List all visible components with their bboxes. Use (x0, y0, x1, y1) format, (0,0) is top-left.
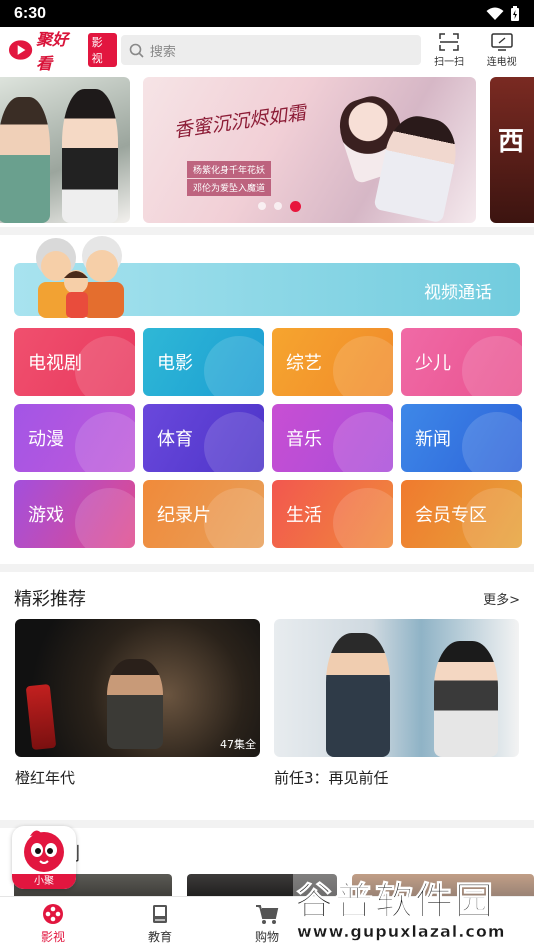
carousel-indicator (258, 201, 301, 212)
poster-person (107, 659, 163, 749)
film-reel-icon (43, 904, 63, 924)
recommend-title: 橙红年代 (15, 769, 76, 787)
category-label: 新闻 (415, 429, 451, 450)
category-grid: 电视剧 电影 综艺 少儿 动漫 体育 音乐 新闻 游戏 纪录片 生活 会员专区 (14, 328, 522, 548)
category-label: 电视剧 (28, 353, 82, 374)
poster-person (326, 633, 390, 757)
category-label: 纪录片 (157, 505, 211, 526)
recommend-poster (274, 619, 519, 757)
banner-slide-next[interactable]: 西 (490, 77, 534, 223)
category-label: 少儿 (415, 353, 451, 374)
cart-icon (256, 905, 279, 924)
category-tile[interactable]: 会员专区 (401, 480, 522, 548)
divider (0, 564, 534, 572)
category-tile[interactable]: 生活 (272, 480, 393, 548)
recommend-card[interactable]: 47集全 橙红年代 (15, 619, 260, 788)
status-time: 6:30 (14, 4, 47, 22)
banner-next-title: 西 (498, 127, 525, 157)
scan-button[interactable]: 扫一扫 (425, 32, 474, 68)
poster-person (434, 641, 498, 757)
nav-item-film[interactable]: 影视 (18, 903, 88, 945)
mascot-label: 小聚 (12, 874, 76, 889)
elderly-couple-illustration (36, 236, 124, 318)
logo-text: 聚好看 (36, 30, 69, 73)
category-label: 生活 (286, 505, 322, 526)
recommend-card[interactable]: 前任3：再见前任 (274, 619, 519, 788)
category-label: 游戏 (28, 505, 64, 526)
category-label: 体育 (157, 429, 193, 450)
scan-label: 扫一扫 (434, 56, 465, 68)
app-header: 聚好看 影视 搜索 扫一扫 连电视 (0, 27, 534, 73)
category-tile[interactable]: 少儿 (401, 328, 522, 396)
carousel-dot-active[interactable] (290, 201, 301, 212)
battery-icon (511, 5, 519, 21)
category-tile[interactable]: 体育 (143, 404, 264, 472)
mascot-assistant-button[interactable]: 小聚 (12, 826, 76, 889)
nav-label: 教育 (147, 930, 172, 944)
category-tile[interactable]: 电视剧 (14, 328, 135, 396)
poster-person (62, 89, 118, 223)
app-screen: 6:30 聚好看 影视 搜索 扫一扫 连电视 香蜜沉沉烬如霜 杨紫化身千年花妖 … (0, 0, 534, 950)
poster-person (0, 97, 50, 223)
watermark-url: www.gupuxlazal.com (297, 922, 506, 941)
category-tile[interactable]: 动漫 (14, 404, 135, 472)
category-tile[interactable]: 综艺 (272, 328, 393, 396)
recommend-title: 前任3：再见前任 (274, 769, 389, 787)
mascot-icon (24, 830, 64, 872)
book-icon (153, 905, 167, 923)
watermark-title: 谷普软件园 (294, 879, 496, 924)
category-label: 动漫 (28, 429, 64, 450)
divider (0, 820, 534, 828)
recommend-poster: 47集全 (15, 619, 260, 757)
search-icon (129, 43, 144, 58)
banner-slide-prev[interactable] (0, 77, 130, 223)
wifi-icon (486, 7, 504, 20)
status-bar: 6:30 (0, 0, 534, 27)
episode-badge: 47集全 (220, 738, 256, 751)
carousel-dot[interactable] (258, 202, 266, 210)
scan-icon (439, 32, 459, 51)
category-tile[interactable]: 新闻 (401, 404, 522, 472)
logo-badge: 影视 (87, 33, 117, 67)
site-watermark: 谷普软件园 www.gupuxlazal.com (293, 866, 534, 950)
connect-tv-button[interactable]: 连电视 (477, 32, 526, 68)
banner-title: 香蜜沉沉烬如霜 (172, 101, 308, 143)
app-logo[interactable]: 聚好看 影视 (8, 26, 117, 74)
nav-item-shopping[interactable]: 购物 (232, 903, 302, 945)
category-tile[interactable]: 电影 (143, 328, 264, 396)
tv-icon (490, 32, 513, 51)
category-label: 电影 (157, 353, 193, 374)
video-call-label: 视频通话 (424, 283, 492, 303)
banner-subtitle-1: 杨紫化身千年花妖 (187, 161, 272, 178)
category-tile[interactable]: 音乐 (272, 404, 393, 472)
category-tile[interactable]: 游戏 (14, 480, 135, 548)
more-link[interactable]: 更多> (483, 589, 520, 608)
banner-slide-main[interactable]: 香蜜沉沉烬如霜 杨紫化身千年花妖 邓伦为爱坠入魔道 (143, 77, 476, 223)
status-icons (486, 5, 520, 22)
poster-calligraphy (25, 683, 57, 751)
nav-label: 影视 (40, 930, 65, 944)
nav-item-education[interactable]: 教育 (125, 903, 195, 945)
divider (0, 227, 534, 235)
category-tile[interactable]: 纪录片 (143, 480, 264, 548)
banner-subtitle-2: 邓伦为爱坠入魔道 (187, 179, 272, 196)
category-label: 会员专区 (415, 505, 487, 526)
category-label: 综艺 (286, 353, 322, 374)
category-label: 音乐 (286, 429, 322, 450)
carousel-dot[interactable] (274, 202, 282, 210)
section-title-recommend: 精彩推荐 (14, 589, 86, 610)
banner-carousel[interactable]: 香蜜沉沉烬如霜 杨紫化身千年花妖 邓伦为爱坠入魔道 西 (0, 73, 534, 227)
search-input[interactable]: 搜索 (120, 35, 421, 65)
logo-play-icon (8, 40, 33, 60)
nav-label: 购物 (254, 930, 279, 944)
search-placeholder: 搜索 (149, 44, 176, 60)
tv-label: 连电视 (486, 56, 517, 68)
